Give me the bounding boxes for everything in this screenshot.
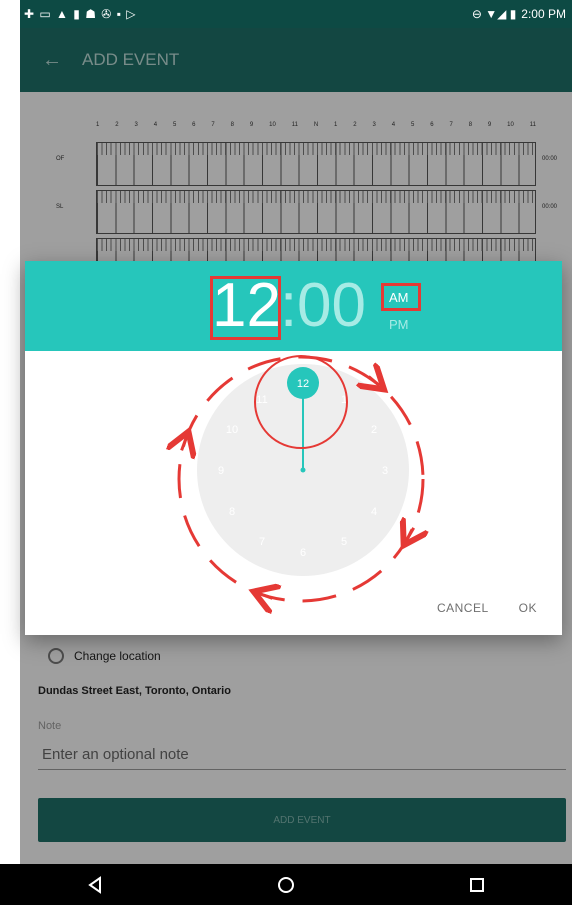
ok-button[interactable]: OK <box>519 601 537 615</box>
clock-dial-svg: 1234567891011 12 <box>25 355 562 635</box>
time-picker-header: 12 : 00 AM PM <box>25 261 562 351</box>
back-triangle-icon[interactable] <box>75 870 115 900</box>
dial-number-9[interactable]: 9 <box>218 465 224 477</box>
cancel-button[interactable]: CANCEL <box>437 601 489 615</box>
annotation-arrow <box>369 377 380 386</box>
system-status-icons: ⊖ ▼◢ ▮ 2:00 PM <box>472 7 566 21</box>
dial-number-8[interactable]: 8 <box>229 506 235 518</box>
dialog-actions: CANCEL OK <box>437 601 537 615</box>
dial-number-4[interactable]: 4 <box>371 506 377 518</box>
clock-dial-area: 1 2 3 4 5 6 7 8 9 10 11 12 CANCEL OK <box>25 351 562 635</box>
dial-number-10[interactable]: 10 <box>226 424 238 436</box>
annotation-arrow <box>407 528 414 540</box>
clock-center-dot <box>300 467 306 473</box>
status-bar: ✚ ▭ ▲ ▮ ☗ ✇ ▪ ▷ ⊖ ▼◢ ▮ 2:00 PM <box>20 0 572 28</box>
home-circle-icon[interactable] <box>266 870 306 900</box>
recents-square-icon[interactable] <box>457 870 497 900</box>
notification-icons: ✚ ▭ ▲ ▮ ☗ ✇ ▪ ▷ <box>24 7 137 21</box>
minute-display[interactable]: 00 <box>297 275 366 337</box>
dial-number-6[interactable]: 6 <box>300 547 306 559</box>
dial-number-3[interactable]: 3 <box>382 465 388 477</box>
time-separator: : <box>280 271 298 340</box>
selected-hour-text: 12 <box>297 378 309 390</box>
hour-highlight-box <box>210 276 281 340</box>
signal-battery-icons: ⊖ ▼◢ ▮ <box>471 7 517 21</box>
navigation-bar <box>0 864 572 905</box>
am-highlight-box <box>381 283 421 311</box>
time-picker-dialog: 12 : 00 AM PM 1 2 3 4 5 6 7 8 9 10 11 12 CANCEL <box>25 261 562 635</box>
dial-number-5[interactable]: 5 <box>341 536 347 548</box>
dial-number-2[interactable]: 2 <box>371 424 377 436</box>
dial-number-11[interactable]: 11 <box>256 394 267 406</box>
pm-toggle[interactable]: PM <box>389 317 409 332</box>
dial-number-7[interactable]: 7 <box>259 536 265 548</box>
clock: 2:00 PM <box>521 7 566 21</box>
